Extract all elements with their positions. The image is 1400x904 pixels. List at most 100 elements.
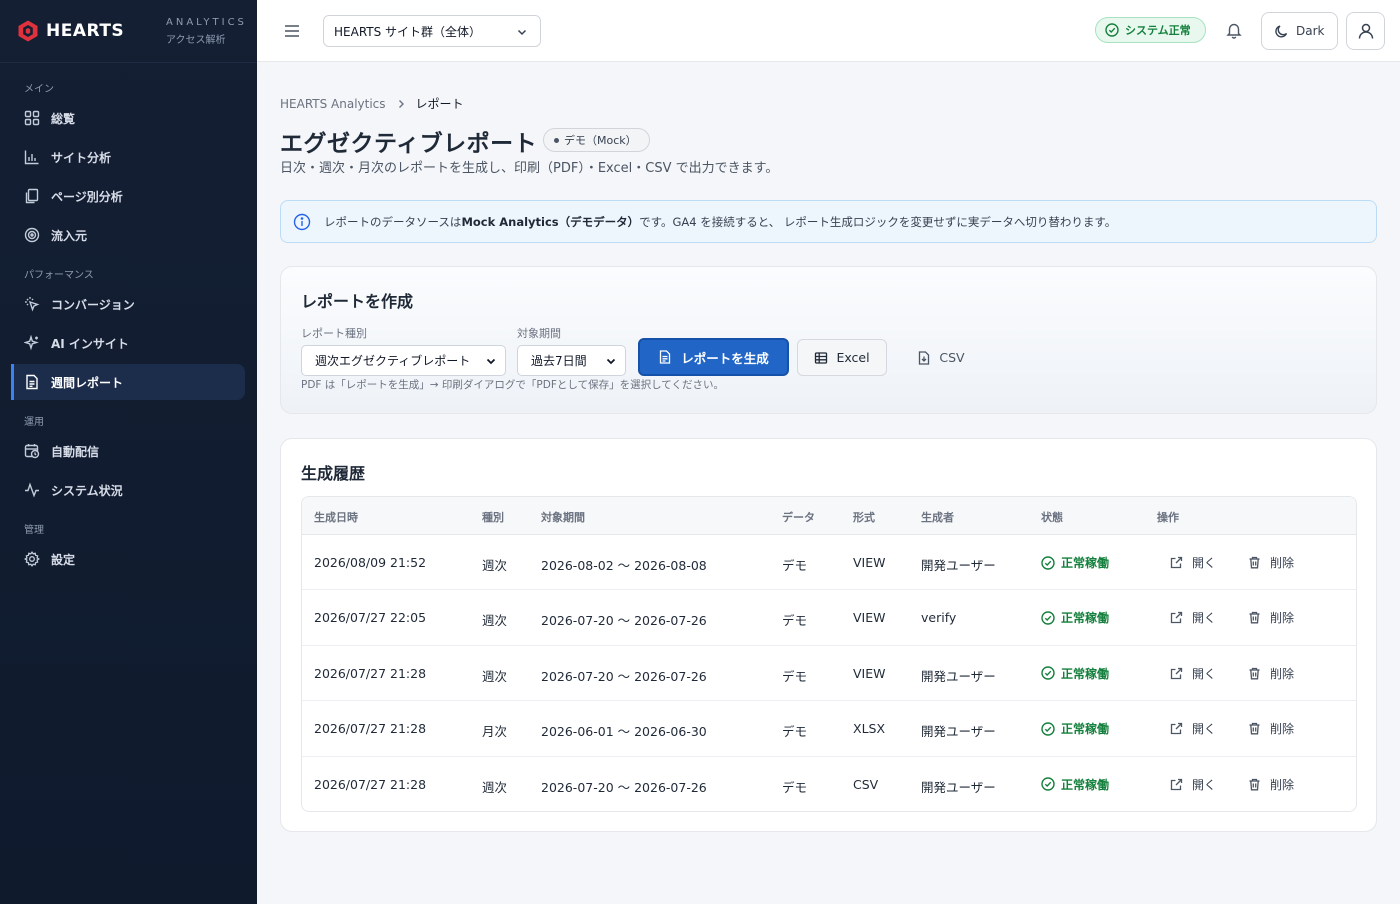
- sidebar-item-system-status[interactable]: システム状況: [0, 472, 245, 508]
- sidebar-item-site-analysis[interactable]: サイト分析: [0, 139, 245, 175]
- chevron-down-icon: [606, 358, 616, 365]
- nav-section-admin: 管理: [24, 525, 44, 536]
- brand[interactable]: HEARTS ANALYTICS アクセス解析: [0, 0, 257, 63]
- sidebar-item-label: 設定: [51, 552, 76, 567]
- sidebar-item-weekly-report[interactable]: 週間レポート: [11, 364, 245, 400]
- brand-sub-analytics: ANALYTICS: [166, 16, 247, 28]
- column-header: 対象期間: [541, 511, 585, 524]
- report-type-value: 週次エグゼクティブレポート: [315, 354, 471, 368]
- cell-kind: 週次: [482, 779, 508, 795]
- column-header: 操作: [1157, 511, 1179, 524]
- trash-icon: [1249, 723, 1260, 735]
- info-banner: レポートのデータソースは Mock Analytics（デモデータ） です。GA…: [280, 200, 1377, 243]
- theme-toggle-button[interactable]: Dark: [1261, 12, 1338, 50]
- pdf-hint-text: PDF は「レポートを生成」→ 印刷ダイアログで「PDFとして保存」を選択してく…: [301, 379, 724, 391]
- delete-button[interactable]: 削除: [1248, 665, 1294, 682]
- report-type-select[interactable]: 週次エグゼクティブレポート: [301, 345, 506, 376]
- sidebar-item-conversion[interactable]: コンバージョン: [0, 286, 245, 322]
- hexagon-logo-icon: [18, 20, 38, 42]
- delete-button[interactable]: 削除: [1248, 776, 1294, 793]
- cell-kind: 週次: [482, 613, 508, 629]
- column-header: 形式: [853, 511, 875, 524]
- info-text-post: です。GA4 を接続すると、 レポート生成ロジックを変更せずに実データへ切り替わ…: [639, 214, 1117, 229]
- cell-data: デモ: [782, 724, 808, 740]
- cell-creator: verify: [921, 610, 957, 626]
- hamburger-menu-icon[interactable]: [283, 22, 301, 40]
- trash-icon: [1249, 667, 1260, 680]
- cell-data: デモ: [782, 668, 808, 684]
- sidebar-item-traffic-source[interactable]: 流入元: [0, 217, 245, 253]
- cell-creator: 開発ユーザー: [921, 668, 996, 684]
- user-icon: [1358, 23, 1373, 39]
- external-link-icon: [1170, 612, 1183, 624]
- trash-icon: [1249, 556, 1260, 569]
- sidebar-item-page-analysis[interactable]: ページ別分析: [0, 178, 245, 214]
- cell-datetime: 2026/07/27 22:05: [314, 610, 427, 626]
- status-text: 正常稼働: [1061, 556, 1110, 570]
- open-button[interactable]: 開く: [1170, 665, 1216, 682]
- sidebar-item-settings[interactable]: 設定: [0, 541, 245, 577]
- sidebar-item-auto-delivery[interactable]: 自動配信: [0, 433, 245, 469]
- cell-status: 正常稼働: [1041, 609, 1109, 626]
- open-button[interactable]: 開く: [1170, 554, 1216, 571]
- breadcrumb-current: レポート: [415, 97, 464, 111]
- cell-status: 正常稼働: [1041, 720, 1109, 737]
- calendar-clock-icon: [24, 444, 40, 459]
- open-label: 開く: [1192, 611, 1217, 626]
- export-csv-label: CSV: [939, 350, 965, 365]
- cell-format: VIEW: [853, 610, 886, 626]
- delete-button[interactable]: 削除: [1248, 720, 1294, 737]
- sidebar-item-label: 総覧: [51, 111, 76, 126]
- cell-datetime: 2026/07/27 21:28: [314, 776, 427, 792]
- cell-data: デモ: [782, 779, 808, 795]
- demo-badge: デモ（Mock）: [543, 128, 650, 152]
- sidebar-item-ai-insight[interactable]: AI インサイト: [0, 325, 245, 361]
- click-icon: [25, 297, 40, 312]
- open-label: 開く: [1192, 556, 1217, 570]
- cell-kind: 週次: [482, 558, 508, 573]
- bell-icon[interactable]: [1225, 21, 1243, 39]
- open-button[interactable]: 開く: [1170, 776, 1216, 793]
- status-text: 正常稼働: [1061, 777, 1110, 792]
- cell-kind: 週次: [482, 668, 508, 684]
- document-icon: [26, 374, 38, 390]
- sidebar-item-overview[interactable]: 総覧: [0, 100, 245, 136]
- cell-period: 2026-08-02 〜 2026-08-08: [541, 558, 707, 573]
- create-report-card: レポートを作成 レポート種別 週次エグゼクティブレポート 対象期間 過去7日間 …: [280, 266, 1377, 414]
- system-status-text: システム正常: [1125, 24, 1191, 37]
- column-header: 生成日時: [314, 511, 358, 524]
- grid-icon: [24, 110, 40, 126]
- open-button[interactable]: 開く: [1170, 720, 1216, 737]
- page-title: エグゼクティブレポート: [280, 131, 538, 157]
- delete-button[interactable]: 削除: [1248, 554, 1294, 571]
- cell-status: 正常稼働: [1041, 776, 1109, 793]
- theme-toggle-label: Dark: [1296, 24, 1325, 38]
- open-label: 開く: [1192, 722, 1217, 737]
- trash-icon: [1249, 778, 1260, 791]
- generate-report-button[interactable]: レポートを生成: [638, 338, 789, 376]
- open-button[interactable]: 開く: [1170, 609, 1216, 626]
- delete-button[interactable]: 削除: [1248, 609, 1294, 626]
- table-row: 2026/08/09 21:52 週次 2026-08-02 〜 2026-08…: [302, 535, 1356, 591]
- gear-icon: [24, 551, 40, 567]
- export-csv-button[interactable]: CSV: [901, 339, 981, 376]
- external-link-icon: [1170, 778, 1183, 790]
- breadcrumb-root[interactable]: HEARTS Analytics: [280, 97, 386, 111]
- delete-label: 削除: [1270, 556, 1295, 570]
- export-excel-button[interactable]: Excel: [797, 339, 887, 376]
- period-value: 過去7日間: [531, 354, 587, 368]
- site-group-select-value: HEARTS サイト群（全体）: [334, 24, 482, 39]
- create-report-title: レポートを作成: [301, 292, 414, 311]
- cell-format: VIEW: [853, 555, 886, 570]
- site-group-select[interactable]: HEARTS サイト群（全体）: [323, 15, 541, 47]
- cell-data: デモ: [782, 558, 808, 573]
- user-menu-button[interactable]: [1346, 12, 1385, 50]
- activity-icon: [25, 482, 39, 498]
- check-circle-icon: [1041, 666, 1055, 680]
- nav-section-main: メイン: [24, 84, 54, 95]
- column-header: 種別: [482, 511, 504, 524]
- open-label: 開く: [1192, 666, 1217, 681]
- cell-data: デモ: [782, 613, 808, 629]
- check-circle-icon: [1041, 555, 1055, 570]
- period-select[interactable]: 過去7日間: [517, 345, 626, 376]
